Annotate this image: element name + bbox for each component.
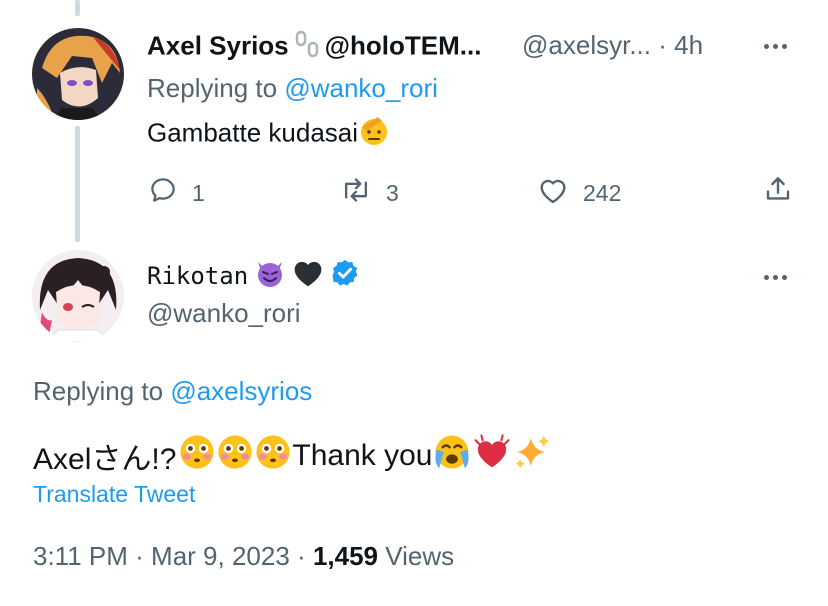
retweet-icon [340, 175, 372, 211]
crying-face-icon [432, 433, 472, 479]
saluting-face-icon [358, 115, 390, 154]
black-heart-icon [292, 258, 324, 293]
reply-text: Gambatte kudasai [147, 115, 390, 154]
more-options-button-main[interactable] [764, 275, 787, 280]
avatar-axel[interactable] [32, 28, 124, 120]
translate-tweet-link[interactable]: Translate Tweet [33, 481, 195, 508]
tweet-date[interactable]: Mar 9, 2023 [151, 541, 290, 571]
reply-replying-to: Replying to @wanko_rori [147, 73, 438, 103]
share-action[interactable] [763, 174, 793, 210]
main-replying-to: Replying to @axelsyrios [33, 376, 313, 406]
flushed-face-icon [216, 433, 254, 479]
reply-handle-time: @axelsyr... · 4h [522, 30, 703, 61]
chain-link-icon [293, 30, 321, 65]
beating-heart-icon [472, 433, 512, 479]
tweet-time[interactable]: 3:11 PM [33, 541, 128, 571]
main-display-name: Rikotan [147, 261, 249, 290]
main-handle[interactable]: @wanko_rori [147, 298, 301, 329]
retweet-action[interactable]: 3 [340, 175, 399, 211]
sparkles-icon [512, 433, 552, 479]
reply-action[interactable]: 1 [148, 175, 205, 211]
views-count[interactable]: 1,459 [313, 541, 378, 571]
share-icon [763, 174, 793, 210]
reply-time[interactable]: 4h [674, 30, 703, 60]
flushed-face-icon [254, 433, 292, 479]
like-action[interactable]: 242 [537, 175, 621, 211]
heart-icon [537, 175, 569, 211]
timestamp-row: 3:11 PM · Mar 9, 2023 · 1,459 Views [33, 541, 455, 571]
more-options-button-reply[interactable] [764, 44, 787, 49]
reply-icon [148, 175, 178, 211]
separator-dot: · [658, 30, 667, 60]
thread-line-connector [75, 126, 80, 242]
main-display-name-row[interactable]: Rikotan [147, 257, 360, 294]
replying-to-link-main[interactable]: @axelsyrios [170, 376, 312, 406]
thread-line-top [75, 0, 80, 16]
avatar-rikotan[interactable] [32, 250, 124, 342]
views-label: Views [385, 541, 455, 571]
replying-to-link[interactable]: @wanko_rori [284, 73, 438, 103]
verified-badge-icon[interactable] [330, 258, 360, 293]
reply-handle[interactable]: @axelsyr... [522, 30, 651, 60]
main-text: Axelさん!? Thank you [33, 433, 552, 479]
smiling-devil-icon [254, 257, 286, 294]
flushed-face-icon [178, 433, 216, 479]
reply-display-name[interactable]: Axel Syrios @holoTEM... [147, 30, 481, 65]
